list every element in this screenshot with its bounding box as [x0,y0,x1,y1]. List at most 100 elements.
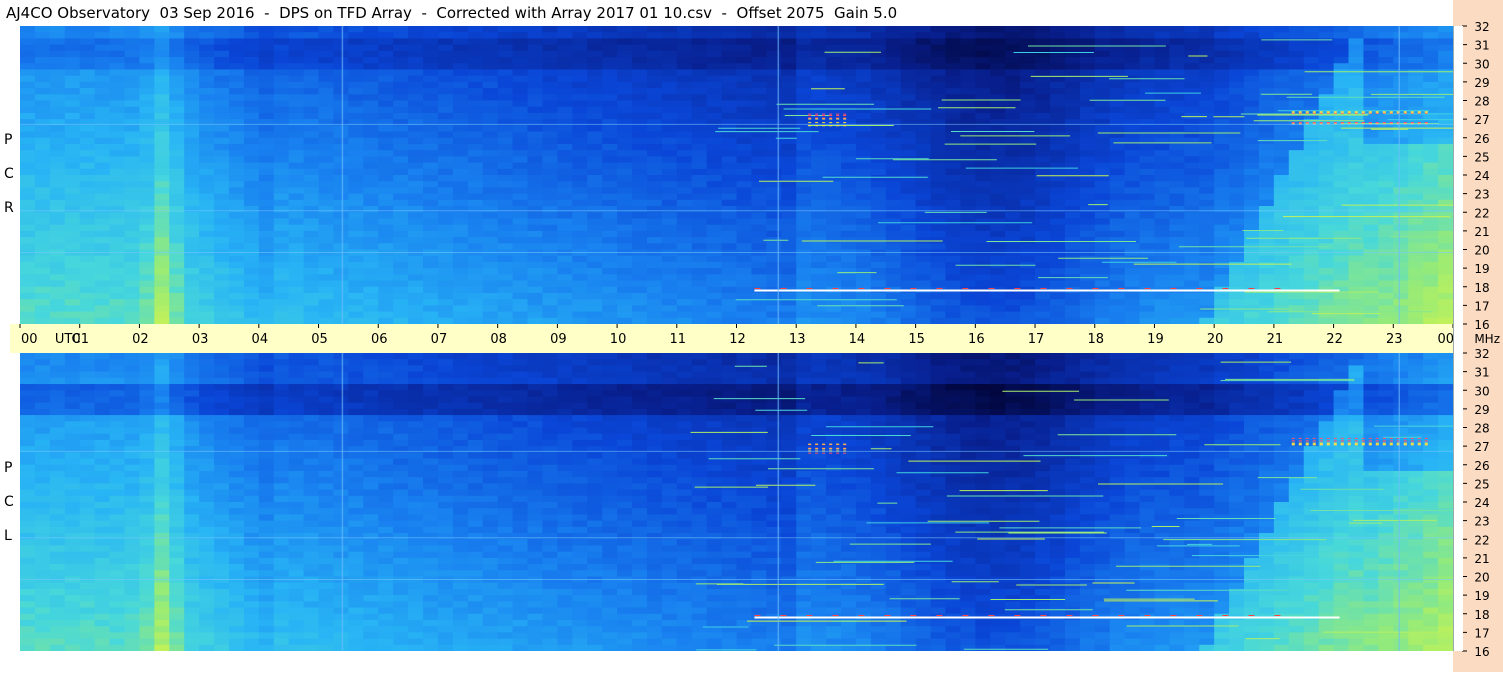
heatmap-cell [632,281,648,288]
heatmap-cell [65,256,81,263]
heatmap-cell [871,45,887,52]
heatmap-cell [707,138,723,145]
heatmap-cell [587,38,603,45]
heatmap-cell [1349,26,1365,33]
heatmap-cell [632,125,648,132]
heatmap-cell [1244,200,1260,207]
heatmap-cell [139,51,155,58]
heatmap-cell [1304,293,1320,300]
heatmap-cell [378,218,394,225]
heatmap-cell [1304,169,1320,176]
heatmap-cell [617,231,633,238]
heatmap-cell [378,51,394,58]
heatmap-cell [1154,293,1170,300]
heatmap-cell [841,305,857,312]
heatmap-cell [617,26,633,33]
heatmap-cell [1289,225,1305,232]
heatmap-cell [1408,45,1424,52]
heatmap-cell [95,225,111,232]
heatmap-cell [65,63,81,70]
heatmap-cell [1304,181,1320,188]
heatmap-cell [528,76,544,83]
heatmap-cell [408,359,424,366]
heatmap-cell [1259,274,1275,281]
heatmap-cell [393,194,409,201]
heatmap-cell [1065,243,1081,250]
heatmap-cell [214,57,230,64]
heatmap-cell [826,293,842,300]
heatmap-cell [393,94,409,101]
heatmap-cell [65,299,81,306]
heatmap-cell [20,274,36,281]
heatmap-cell [1408,125,1424,132]
heatmap-cell [244,107,260,114]
heatmap-cell [587,225,603,232]
heatmap-cell [617,299,633,306]
heatmap-cell [1035,231,1051,238]
heatmap-cell [289,150,305,157]
heatmap-cell [35,365,51,372]
heatmap-cell [468,57,484,64]
heatmap-cell [617,119,633,126]
heatmap-cell [1274,57,1290,64]
heatmap-cell [945,353,961,360]
heatmap-cell [199,212,215,219]
heatmap-cell [35,57,51,64]
heatmap-cell [542,94,558,101]
heatmap-cell [737,359,753,366]
heatmap-cell [916,281,932,288]
heatmap-cell [393,144,409,151]
heatmap-cell [1304,231,1320,238]
heatmap-cell [423,274,439,281]
heatmap-cell [453,293,469,300]
heatmap-cell [408,212,424,219]
heatmap-cell [348,45,364,52]
heatmap-cell [692,299,708,306]
heatmap-cell [110,218,126,225]
heatmap-cell [35,51,51,58]
heatmap-cell [856,312,872,319]
heatmap-cell [50,293,66,300]
heatmap-cell [901,26,917,33]
heatmap-cell [498,353,514,360]
heatmap-cell [80,305,96,312]
heatmap-cell [722,287,738,294]
heatmap-cell [139,293,155,300]
heatmap-cell [363,132,379,139]
heatmap-cell [826,82,842,89]
heatmap-cell [692,237,708,244]
heatmap-cell [1005,26,1021,33]
heatmap-cell [811,274,827,281]
heatmap-cell [722,293,738,300]
heatmap-cell [378,299,394,306]
heatmap-cell [259,187,275,194]
heatmap-cell [244,45,260,52]
heatmap-cell [1334,231,1350,238]
heatmap-cell [602,163,618,170]
heatmap-cell [572,63,588,70]
heatmap-cell [1304,262,1320,269]
heatmap-cell [1005,156,1021,163]
heatmap-cell [542,256,558,263]
heatmap-cell [1125,163,1141,170]
heatmap-cell [513,299,529,306]
heatmap-cell [707,175,723,182]
heatmap-cell [35,107,51,114]
heatmap-cell [1110,138,1126,145]
heatmap-cell [796,359,812,366]
heatmap-cell [707,281,723,288]
heatmap-cell [498,138,514,145]
heatmap-cell [423,262,439,269]
heatmap-cell [393,76,409,83]
heatmap-cell [1110,32,1126,39]
heatmap-cell [871,113,887,120]
heatmap-cell [513,206,529,213]
heatmap-cell [632,274,648,281]
heatmap-cell [124,212,140,219]
heatmap-cell [587,359,603,366]
heatmap-cell [468,51,484,58]
heatmap-cell [722,312,738,319]
heatmap-cell [1154,113,1170,120]
heatmap-cell [901,206,917,213]
heatmap-cell [662,45,678,52]
